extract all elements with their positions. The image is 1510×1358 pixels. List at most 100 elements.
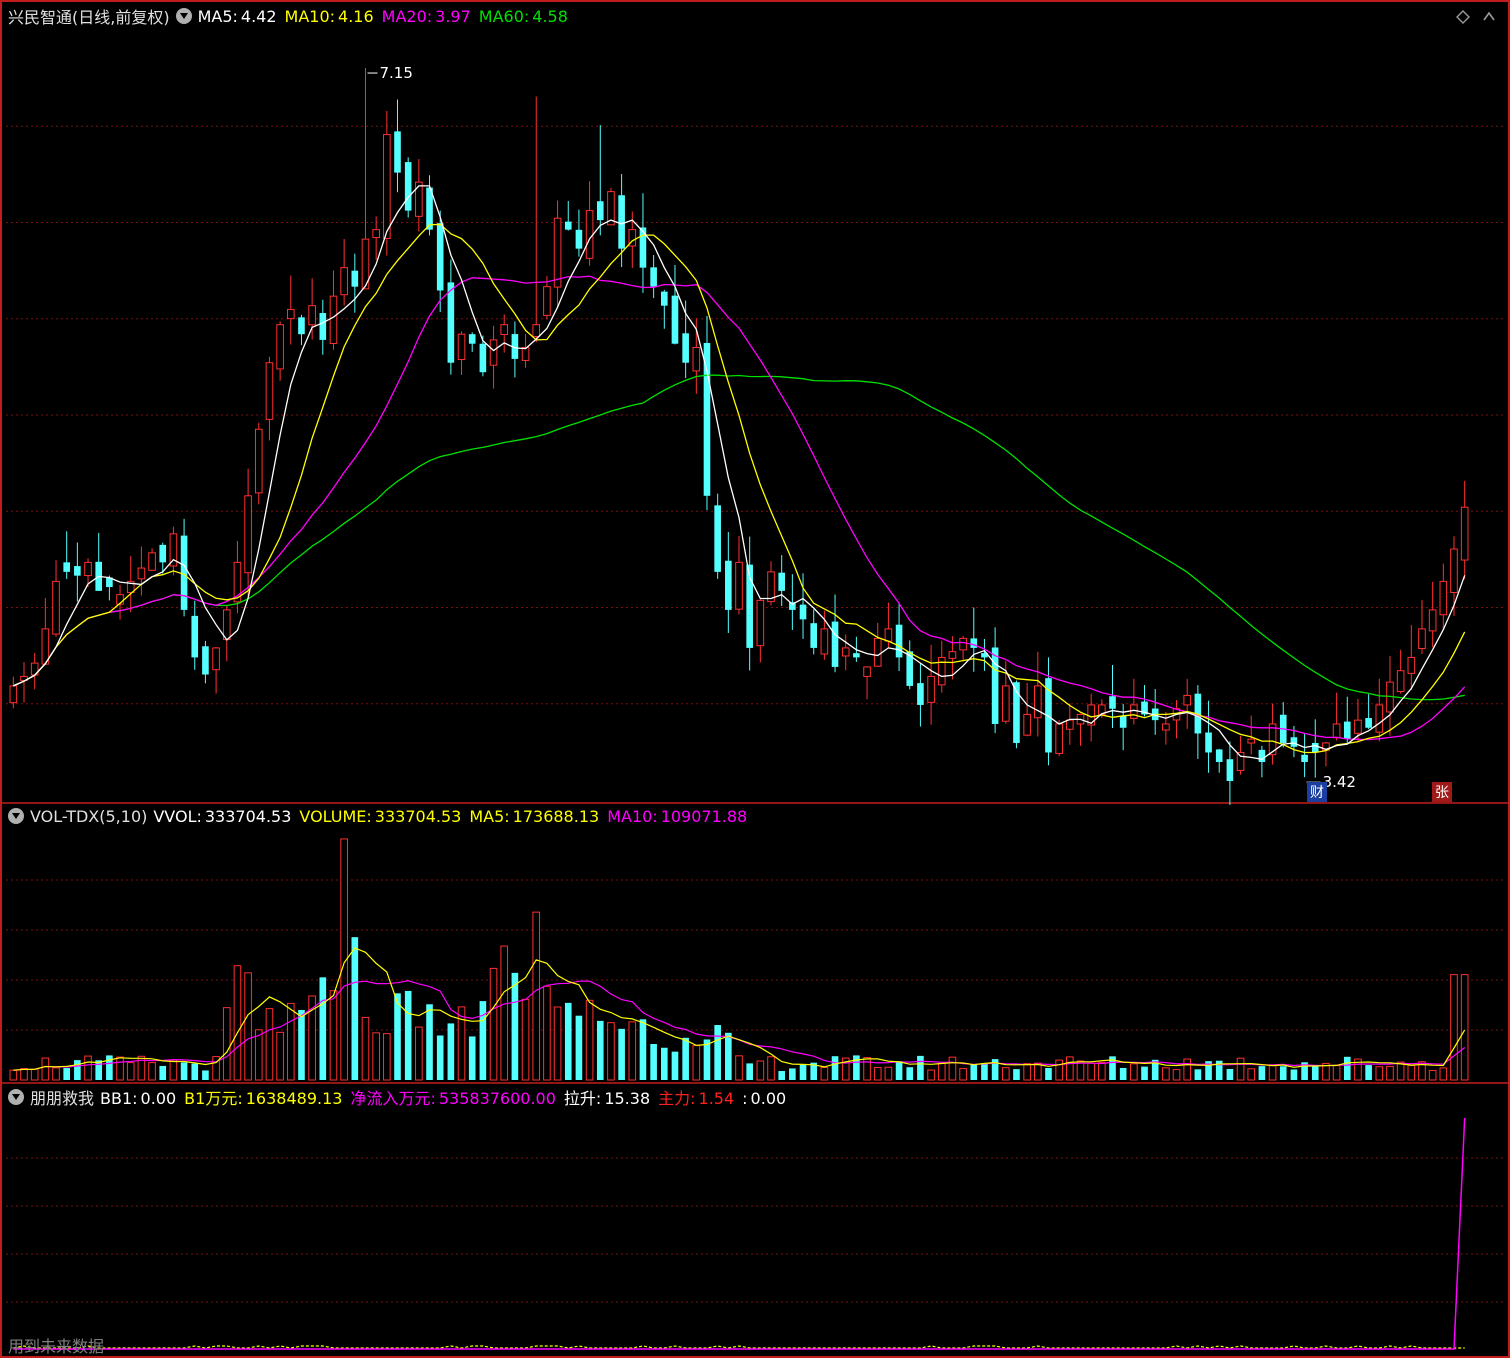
volume-bar [1375,1066,1384,1081]
volume-bar [1343,1056,1351,1080]
indicator-label: VOLUME: [299,806,372,826]
indicator-label: 净流入万元: [350,1089,436,1108]
diamond-icon[interactable] [1456,10,1470,24]
indicator-item: MA10: 109071.88 [607,807,747,826]
indicator-value: 109071.88 [660,806,748,826]
limit-up-tag[interactable]: 张 [1432,782,1452,802]
candle-body [618,195,625,249]
volume-bar [756,1060,765,1081]
candle-body [63,562,71,572]
candle-body [1365,718,1372,728]
volume-bar [799,1064,807,1080]
candle-body [553,217,562,288]
volume-bar [831,1056,839,1080]
volume-bar [1290,1069,1298,1080]
volume-bar [1439,1067,1448,1081]
volume-bar [265,1008,274,1081]
volume-bar [789,1068,796,1080]
candle-body [1354,719,1362,734]
volume-indicator-list: VVOL: 333704.53 VOLUME: 333704.53 MA5: 173688… [153,807,755,826]
volume-bar [479,1001,487,1080]
volume-panel-header: VOL-TDX(5,10) VVOL: 333704.53 VOLUME: 33370… [8,805,755,827]
candle-body [756,599,765,647]
indicator-label: B1万元: [184,1089,243,1108]
candle-body [703,342,711,496]
volume-bar [682,1037,689,1080]
volume-bar [319,977,327,1080]
candle-body [873,637,882,667]
candle-body [1343,721,1351,740]
chevron-up-icon[interactable] [1482,10,1496,24]
volume-bar [820,1066,829,1081]
volume-bar [703,1039,711,1080]
volume-bar [52,1067,60,1081]
volume-bar [298,1009,305,1080]
indicator-item: MA10: 4.16 [285,7,374,26]
volume-bar [447,1023,455,1080]
candle-body [853,653,860,658]
volume-bar [20,1068,28,1081]
indicator-item: :0.00 [742,1089,786,1108]
indicator-label: BB1: [100,1089,138,1108]
indicator-value: 333704.53 [204,806,292,826]
volume-ma5-line [13,947,1466,1071]
indicator-item: MA5: 4.42 [198,7,277,26]
main-force-line [13,1345,1465,1349]
candle-body [1023,713,1031,736]
net-inflow-line [13,1117,1466,1350]
candle-body [500,324,509,335]
volume-bar [1033,1062,1042,1081]
volume-bar [74,1060,81,1080]
volume-bar [500,945,509,1081]
indicator-item: MA60: 4.58 [479,7,568,26]
indicator-item: B1万元: 1638489.13 [184,1085,342,1109]
candle-body [585,210,594,259]
candle-body [1311,742,1319,753]
candle-body [1205,732,1212,753]
volume-bar [937,1062,946,1081]
candle-body [1162,723,1170,731]
finance-tag[interactable]: 财 [1307,782,1327,802]
candle-body [222,609,231,641]
volume-bar [1268,1065,1277,1081]
candle-body [394,131,401,173]
volume-bar [660,1047,668,1080]
volume-bar [1162,1067,1170,1081]
candle-body [436,223,444,291]
candle-body [1396,670,1405,693]
candle-body [1001,685,1010,722]
volume-title: VOL-TDX(5,10) [30,806,148,826]
candle-body [1109,696,1116,709]
candle-body [991,647,999,724]
volume-bar [9,1069,18,1081]
volume-bar [426,1004,433,1080]
volume-bar [415,1026,423,1081]
indicator-item: MA20: 3.97 [382,7,471,26]
dropdown-icon[interactable] [8,808,24,824]
candle-body [543,286,551,316]
candle-body [1236,751,1245,771]
volume-bar [1172,1069,1181,1081]
indicator-item: VOLUME: 333704.53 [299,807,461,826]
candle-body [735,561,743,610]
candle-body [650,267,657,287]
volume-bar [650,1044,657,1080]
candle-body [799,604,807,620]
volume-bar [1023,1063,1031,1081]
candle-body [682,333,689,363]
volume-bar [778,1070,785,1080]
dropdown-icon[interactable] [175,8,192,24]
volume-bar [1450,974,1458,1081]
volume-bar [596,1020,604,1080]
volume-bar [383,1033,391,1081]
future-data-note: 用到未来数据 [8,1337,105,1356]
volume-bar [244,972,252,1081]
volume-bar [63,1068,71,1080]
volume-bar [618,1028,625,1080]
dropdown-icon[interactable] [8,1089,24,1105]
candle-body [937,656,946,686]
volume-bar [639,1019,647,1080]
volume-bar [222,1007,231,1081]
candle-body [1033,685,1042,719]
candle-body [41,628,50,665]
